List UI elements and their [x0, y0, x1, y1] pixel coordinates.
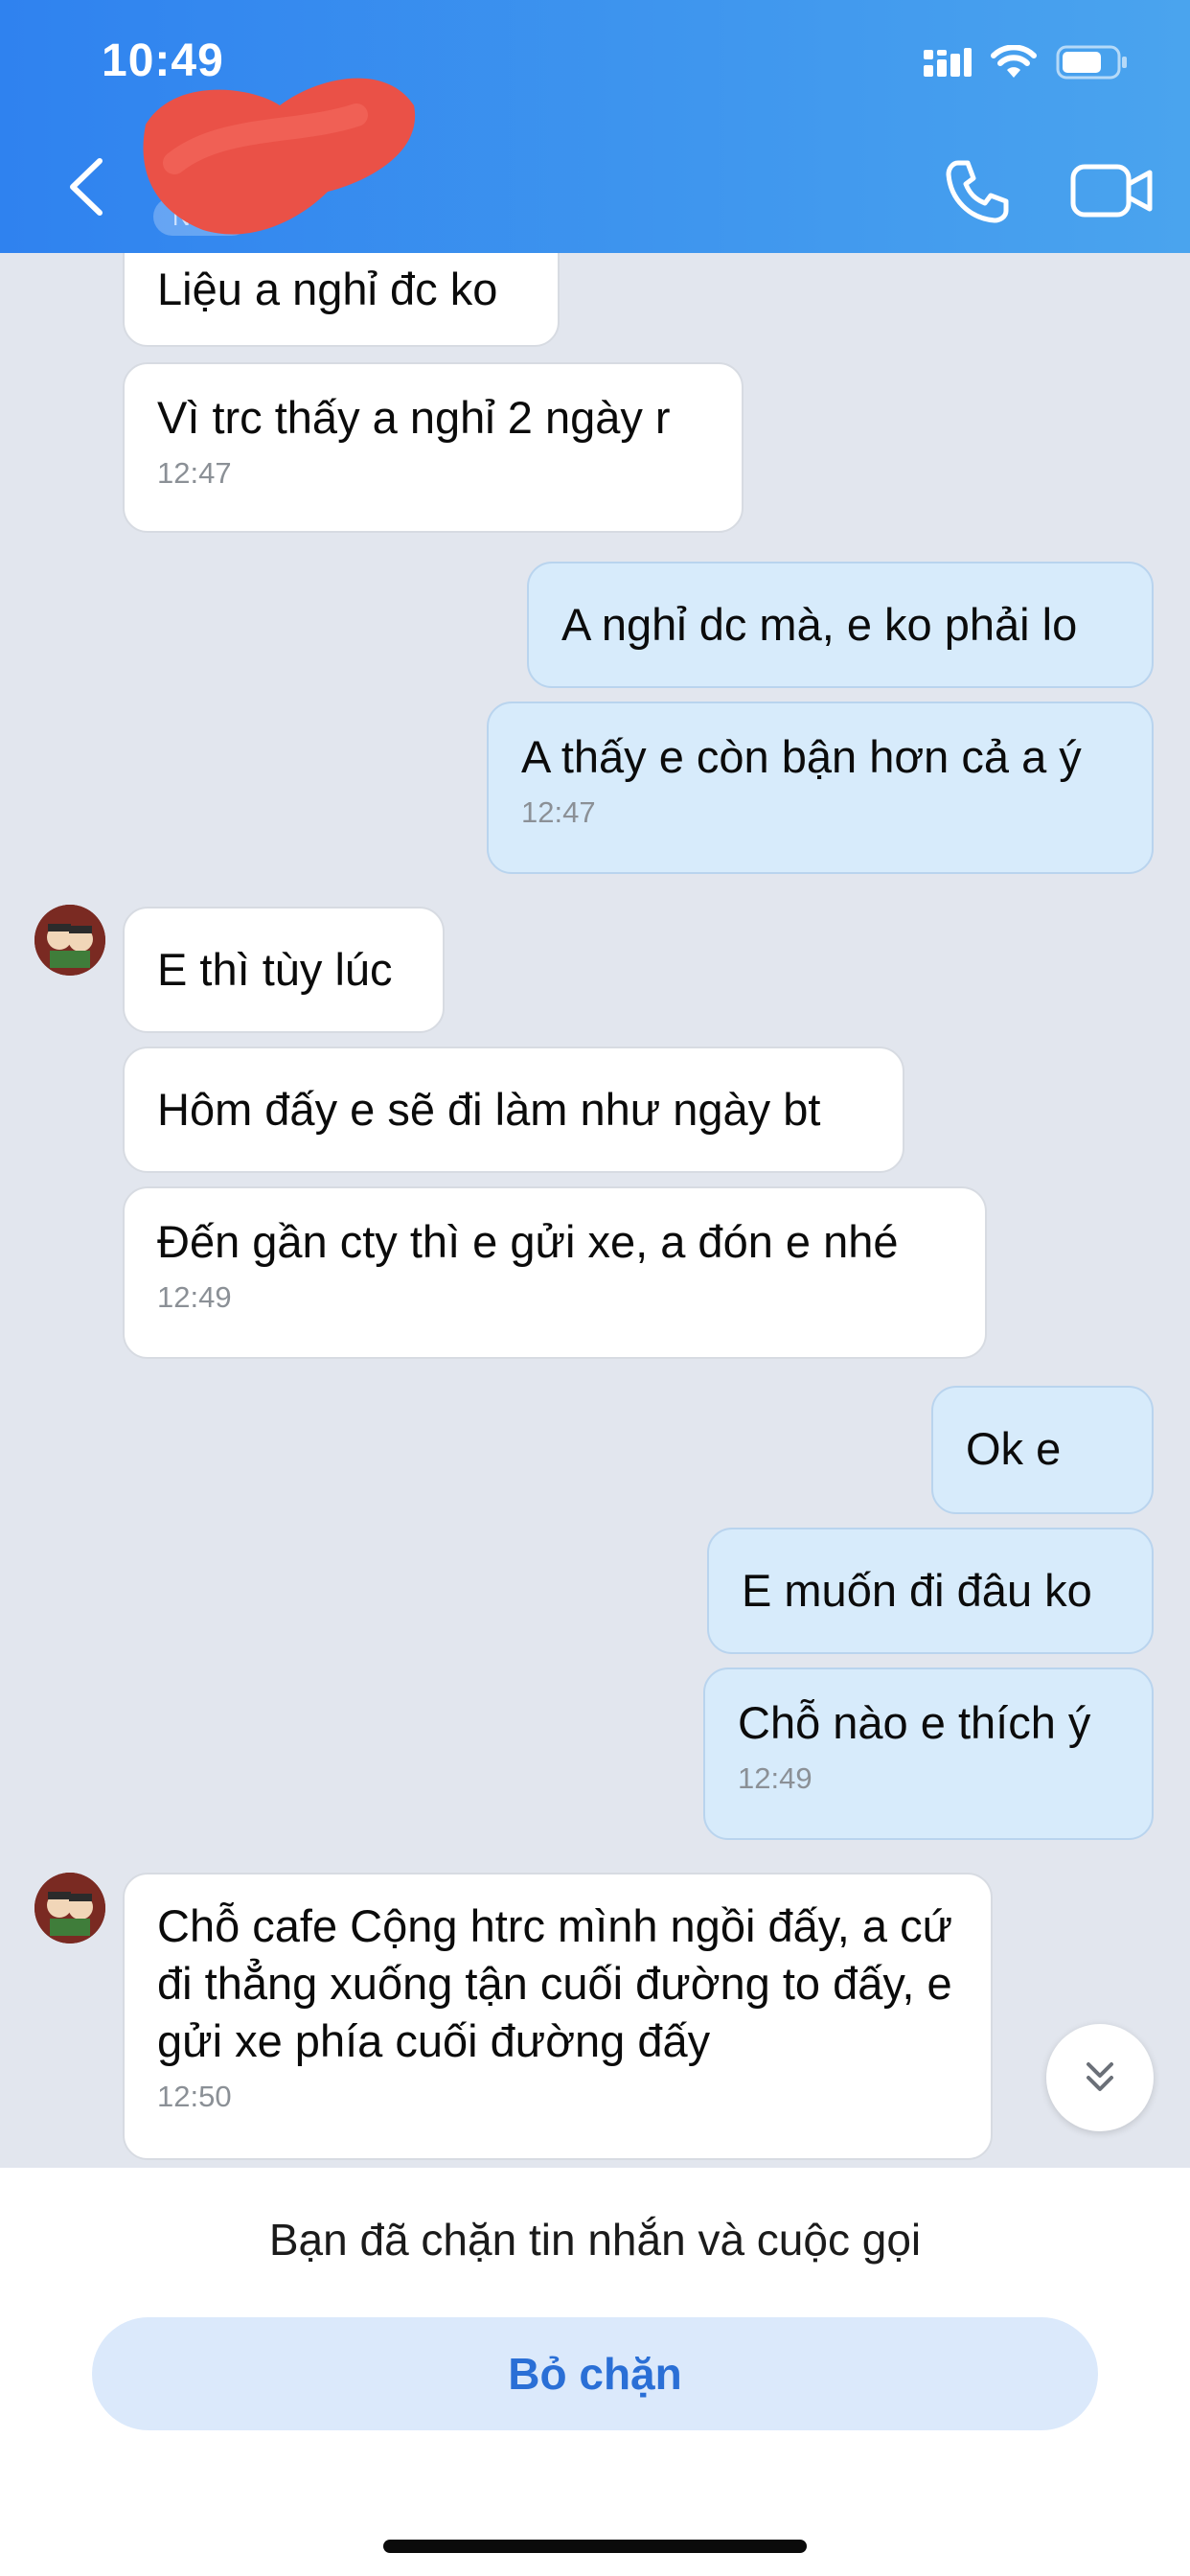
message-text: Đến gần cty thì e gửi xe, a đón e nhé: [157, 1216, 899, 1267]
wifi-icon: [991, 45, 1037, 78]
blocked-notice: Bạn đã chặn tin nhắn và cuộc gọi: [268, 2215, 922, 2265]
message-bubble-incoming[interactable]: Đến gần cty thì e gửi xe, a đón e nhé 12…: [123, 1186, 987, 1359]
signal-icon: [924, 48, 972, 77]
home-indicator[interactable]: [383, 2540, 807, 2553]
message-text: Chỗ cafe Cộng htrc mình ngồi đấy, a cứ đ…: [157, 1900, 953, 2066]
avatar-image: [34, 1873, 105, 1944]
message-bubble-outgoing[interactable]: Ok e: [931, 1386, 1154, 1514]
scroll-to-bottom-button[interactable]: [1046, 2024, 1154, 2131]
phone-icon[interactable]: [939, 153, 1016, 230]
message-text: Chỗ nào e thích ý: [738, 1697, 1091, 1748]
message-time: 12:47: [521, 795, 596, 829]
chat-header: 10:49 T NG A: [0, 0, 1190, 253]
avatar[interactable]: [34, 1873, 105, 1944]
message-text: A thấy e còn bận hơn cả a ý: [521, 731, 1082, 782]
message-time: 12:47: [157, 456, 232, 490]
blocked-panel: Bạn đã chặn tin nhắn và cuộc gọi Bỏ chặn: [0, 2168, 1190, 2576]
message-bubble-outgoing[interactable]: A nghỉ dc mà, e ko phải lo: [527, 562, 1154, 688]
message-text: E muốn đi đâu ko: [742, 1565, 1092, 1616]
avatar-image: [34, 905, 105, 976]
unblock-button[interactable]: Bỏ chặn: [92, 2317, 1098, 2430]
avatar[interactable]: [34, 905, 105, 976]
message-bubble-incoming[interactable]: Hôm đấy e sẽ đi làm như ngày bt: [123, 1046, 904, 1173]
message-text: A nghỉ dc mà, e ko phải lo: [561, 599, 1078, 650]
message-bubble-incoming[interactable]: Vì trc thấy a nghỉ 2 ngày r 12:47: [123, 362, 744, 533]
message-text: Vì trc thấy a nghỉ 2 ngày r: [157, 392, 671, 443]
message-bubble-outgoing[interactable]: E muốn đi đâu ko: [707, 1528, 1154, 1654]
message-text: Ok e: [966, 1423, 1062, 1474]
message-bubble-incoming[interactable]: Chỗ cafe Cộng htrc mình ngồi đấy, a cứ đ…: [123, 1873, 993, 2160]
message-bubble-incoming[interactable]: Liệu a nghỉ đc ko: [123, 253, 560, 347]
message-time: 12:50: [157, 2080, 232, 2113]
back-icon[interactable]: [57, 153, 115, 220]
chevrons-down-icon: [1087, 2062, 1113, 2091]
message-bubble-outgoing[interactable]: A thấy e còn bận hơn cả a ý 12:47: [487, 702, 1154, 874]
message-text: Hôm đấy e sẽ đi làm như ngày bt: [157, 1084, 821, 1135]
message-bubble-outgoing[interactable]: Chỗ nào e thích ý 12:49: [703, 1668, 1154, 1840]
video-camera-icon[interactable]: [1069, 157, 1156, 224]
message-list[interactable]: Liệu a nghỉ đc ko Vì trc thấy a nghỉ 2 n…: [0, 253, 1190, 2168]
message-time: 12:49: [738, 1761, 812, 1795]
battery-icon: [1056, 45, 1127, 80]
status-icons: [922, 44, 1129, 80]
message-time: 12:49: [157, 1280, 232, 1314]
message-text: E thì tùy lúc: [157, 944, 393, 995]
message-bubble-incoming[interactable]: E thì tùy lúc: [123, 907, 445, 1033]
message-text: Liệu a nghỉ đc ko: [157, 264, 498, 314]
redaction-scribble: [143, 78, 416, 235]
